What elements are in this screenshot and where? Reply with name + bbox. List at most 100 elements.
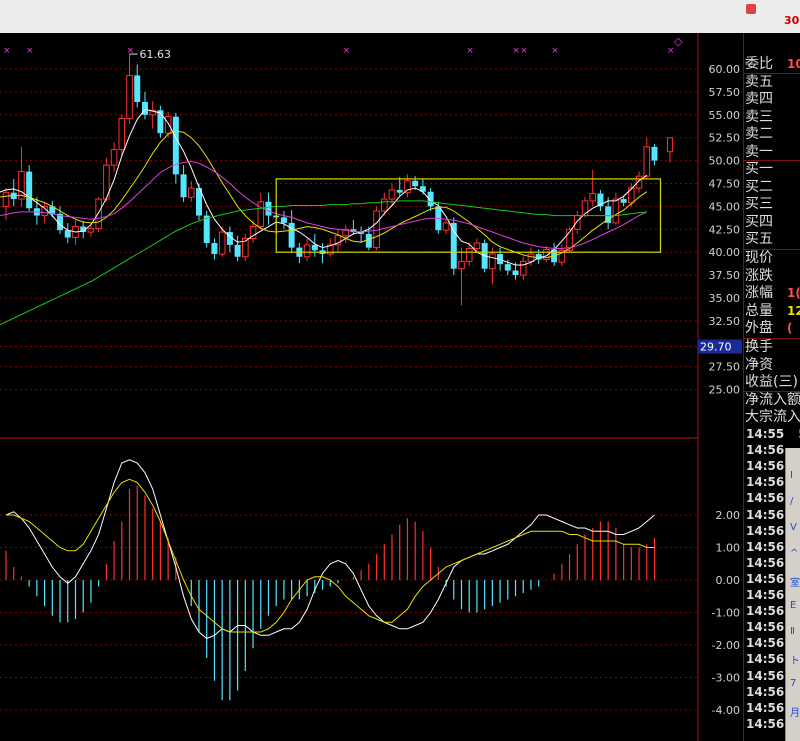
candle-body (489, 253, 496, 270)
tick-row: 14:56 (746, 635, 784, 651)
candle-body (612, 198, 620, 224)
quote-row-label: 卖一 (745, 143, 773, 160)
candle-body (651, 146, 658, 161)
tick-time: 14:56 (746, 588, 785, 602)
tick-row: 14:56 (746, 442, 784, 458)
tick-time: 14:56 (746, 636, 785, 651)
candle-body (257, 201, 265, 228)
signal-marker: × (26, 46, 34, 56)
candle-body (126, 74, 133, 119)
candle-body (504, 264, 511, 271)
quote-row-label: 买三 (745, 196, 773, 212)
quote-row: 买四 (745, 213, 773, 231)
candle-body (265, 201, 272, 216)
tick-time: 14:56 (746, 700, 785, 715)
tick-time: 14:56 (746, 555, 785, 570)
tick-row: 14:56 (746, 507, 784, 523)
top-right-value: 30 (784, 14, 800, 27)
candle-body (458, 260, 465, 270)
tick-row: 14:56 (746, 668, 784, 684)
quote-row: 外盘 ( (745, 319, 792, 337)
signal-marker: × (127, 46, 135, 56)
chart-area: 60.00 57.50 55.00 52.50 50.00 47.50 45.00 42.50… (0, 33, 742, 741)
price-tick-label: 57.50 (709, 86, 741, 99)
price-tick-label: 45.00 (709, 200, 741, 213)
mini-window-glyph: 月 (790, 708, 800, 719)
candle-body (666, 137, 673, 153)
signal-diamond-marker: ◇ (674, 35, 683, 48)
candle-body (380, 198, 388, 212)
price-tick-label: 55.00 (709, 109, 741, 122)
candle-body (26, 171, 33, 209)
quote-row-value: 100 (787, 57, 800, 71)
macd-tick-label: 2.00 (716, 509, 741, 522)
tick-row: 14:56 (746, 684, 784, 700)
price-tick-label: 37.50 (709, 269, 741, 282)
price-tick-label: 27.50 (709, 361, 741, 374)
macd-tick-label: -4.00 (712, 704, 740, 717)
candle-body (87, 227, 95, 233)
price-tick-label: 60.00 (709, 63, 741, 76)
quote-row: 卖二 (745, 125, 773, 143)
quote-row: 涨幅 1( (745, 284, 800, 302)
macd-indicator (5, 459, 656, 701)
quote-row-label: 买二 (745, 178, 773, 195)
candle-body (2, 192, 10, 207)
tick-time: 14:56 (746, 475, 785, 490)
candle-body (110, 149, 118, 166)
macd-tick-label: -2.00 (712, 639, 740, 652)
candle-body (442, 222, 450, 231)
price-tick-label: 40.00 (709, 246, 741, 259)
window-control-icon[interactable] (746, 4, 756, 14)
candle-body (187, 187, 195, 198)
candle-body (365, 233, 372, 248)
quote-row-label: 涨跌 (745, 267, 773, 284)
candle-body (573, 215, 581, 230)
tick-row: 14:555 (746, 426, 800, 442)
tick-row: 14:56 (746, 555, 784, 571)
quote-row: 换手 (745, 338, 773, 356)
quote-row: 买二 (745, 178, 773, 196)
candle-body (95, 198, 102, 229)
quote-row: 净流入额 (745, 391, 800, 409)
candle-body (396, 189, 403, 193)
quote-row: 卖一 (745, 143, 773, 161)
quote-row: 净资 (745, 356, 773, 374)
candle-body (134, 75, 141, 102)
mini-toolbar-window[interactable]: I / V ^ 室 E Ⅱ ト 7 月 (785, 448, 800, 741)
mini-window-glyph: 7 (790, 678, 797, 689)
mini-window-glyph: ト (790, 656, 800, 667)
ma-line (0, 108, 648, 266)
tick-row: 14:56 (746, 523, 784, 539)
ma-line (0, 130, 648, 259)
candle-body (465, 248, 473, 262)
price-tick-label: 47.50 (709, 178, 741, 191)
quote-row: 卖三 (745, 108, 773, 126)
mini-window-glyph: ^ (790, 548, 799, 559)
signal-marker: × (466, 46, 474, 56)
quote-row-label: 买五 (745, 231, 773, 247)
quote-row-value: 1( (787, 286, 800, 300)
candle-body (203, 215, 210, 244)
quote-row-label: 大宗流入 (745, 409, 800, 425)
quote-row: 卖四 (745, 90, 773, 108)
quote-row: 现价 (745, 249, 773, 267)
quote-row-label: 委比 (745, 56, 773, 72)
macd-tick-label: 1.00 (716, 542, 741, 555)
candle-body (412, 180, 419, 187)
tick-time: 14:56 (746, 491, 785, 506)
price-tick-label: 50.00 (709, 155, 741, 168)
tick-row: 14:56 (746, 587, 784, 603)
price-marker-label: 29.70 (700, 341, 732, 354)
quote-row: 卖五 (745, 73, 773, 91)
tick-time: 14:56 (746, 443, 785, 458)
mini-window-glyph: E (790, 600, 797, 611)
tick-row: 14:56 (746, 474, 784, 490)
tick-time: 14:56 (746, 539, 785, 554)
quote-row-label: 收益(三) (745, 374, 798, 390)
quote-row-label: 净资 (745, 356, 773, 373)
candle-body (311, 244, 318, 251)
candlestick-series (2, 54, 673, 306)
mini-window-glyph: I (790, 470, 793, 481)
tick-time: 14:56 (746, 604, 785, 619)
